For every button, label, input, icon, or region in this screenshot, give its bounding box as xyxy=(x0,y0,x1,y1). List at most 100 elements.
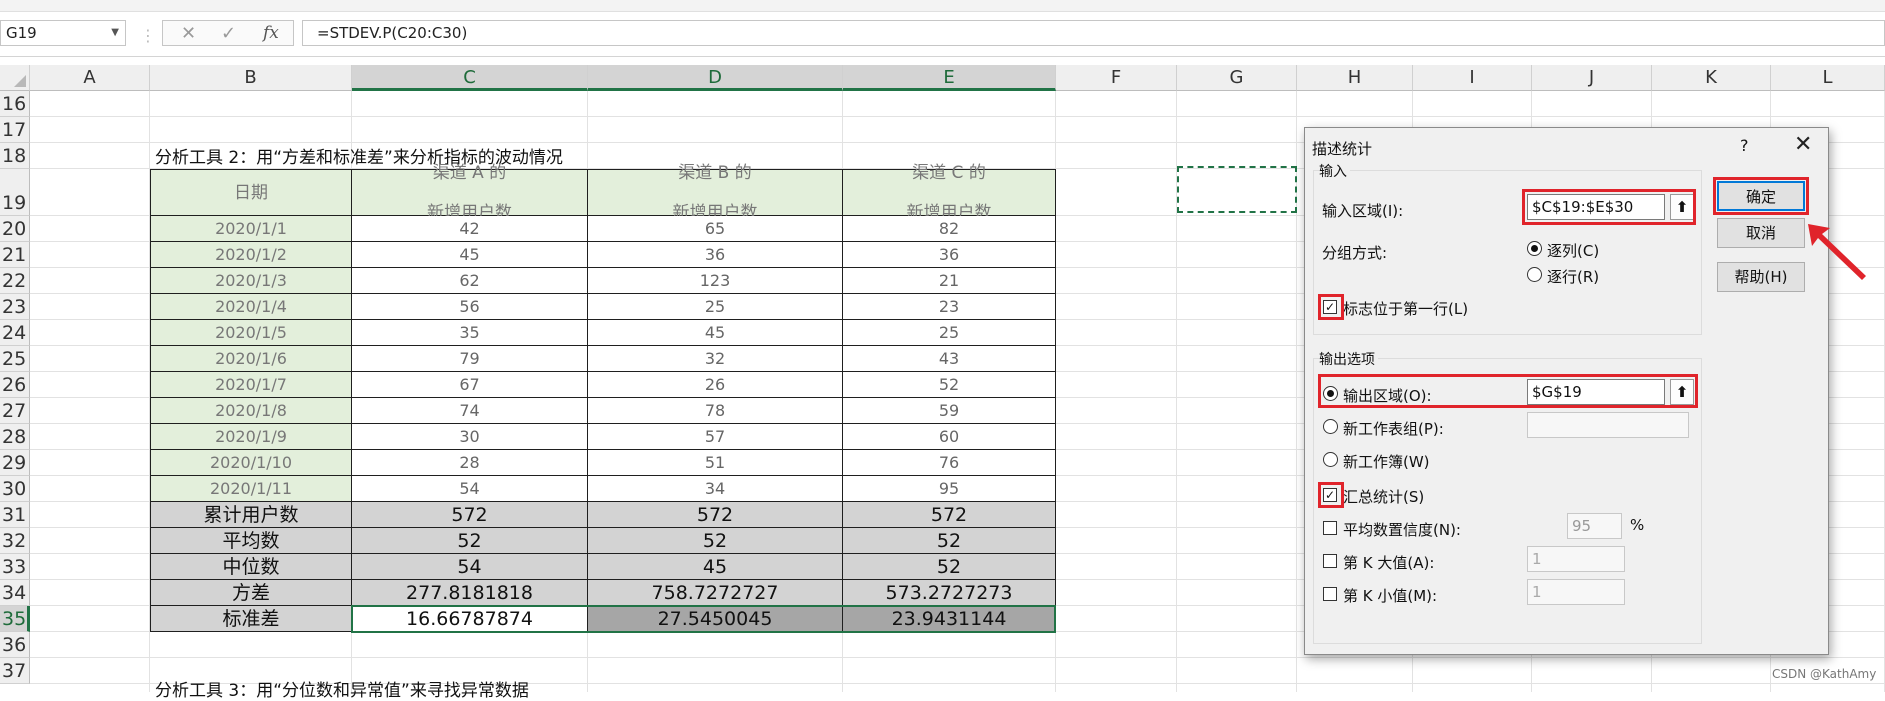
value-cell[interactable]: 25 xyxy=(588,294,843,320)
row-header-17[interactable]: 17 xyxy=(0,117,30,143)
date-cell[interactable]: 2020/1/6 xyxy=(150,346,352,372)
new-sheet-field[interactable] xyxy=(1527,412,1689,438)
column-header-k[interactable]: K xyxy=(1652,65,1771,91)
date-cell[interactable]: 2020/1/2 xyxy=(150,242,352,268)
value-cell[interactable]: 123 xyxy=(588,268,843,294)
value-cell[interactable]: 52 xyxy=(843,372,1056,398)
kth-smallest-checkbox[interactable] xyxy=(1323,587,1337,601)
summary-value[interactable]: 52 xyxy=(843,554,1056,580)
summary-value[interactable]: 572 xyxy=(352,502,588,528)
name-box[interactable]: G19 ▼ xyxy=(0,20,126,46)
value-cell[interactable]: 59 xyxy=(843,398,1056,424)
cancel-button[interactable]: 取消 xyxy=(1717,218,1805,248)
summary-value[interactable]: 16.66787874 xyxy=(352,606,588,632)
header-channel-b[interactable]: 渠道 B 的新增用户数 xyxy=(588,163,843,223)
value-cell[interactable]: 82 xyxy=(843,216,1056,242)
summary-value[interactable]: 277.8181818 xyxy=(352,580,588,606)
header-date[interactable]: 日期 xyxy=(150,169,352,216)
summary-value[interactable]: 45 xyxy=(588,554,843,580)
summary-value[interactable]: 573.2727273 xyxy=(843,580,1056,606)
kth-largest-field[interactable]: 1 xyxy=(1527,546,1625,572)
row-header-24[interactable]: 24 xyxy=(0,320,30,346)
row-header-23[interactable]: 23 xyxy=(0,294,30,320)
confidence-checkbox[interactable] xyxy=(1323,521,1337,535)
summary-value[interactable]: 572 xyxy=(843,502,1056,528)
value-cell[interactable]: 65 xyxy=(588,216,843,242)
enter-formula-icon[interactable]: ✓ xyxy=(221,23,236,44)
value-cell[interactable]: 21 xyxy=(843,268,1056,294)
select-all-corner[interactable] xyxy=(0,65,30,91)
row-header-31[interactable]: 31 xyxy=(0,502,30,528)
help-button[interactable]: 帮助(H) xyxy=(1717,262,1805,292)
column-header-a[interactable]: A xyxy=(30,65,150,91)
row-header-37[interactable]: 37 xyxy=(0,658,30,684)
date-cell[interactable]: 2020/1/7 xyxy=(150,372,352,398)
close-icon[interactable]: ✕ xyxy=(1794,132,1812,157)
column-header-d[interactable]: D xyxy=(588,65,843,91)
row-header-35[interactable]: 35 xyxy=(0,606,30,632)
row-header-34[interactable]: 34 xyxy=(0,580,30,606)
column-header-l[interactable]: L xyxy=(1771,65,1885,91)
formula-input[interactable]: =STDEV.P(C20:C30) xyxy=(302,20,1885,46)
value-cell[interactable]: 76 xyxy=(843,450,1056,476)
value-cell[interactable]: 60 xyxy=(843,424,1056,450)
summary-label[interactable]: 标准差 xyxy=(150,606,352,632)
row-header-26[interactable]: 26 xyxy=(0,372,30,398)
value-cell[interactable]: 43 xyxy=(843,346,1056,372)
summary-value[interactable]: 54 xyxy=(352,554,588,580)
column-header-j[interactable]: J xyxy=(1532,65,1652,91)
row-header-32[interactable]: 32 xyxy=(0,528,30,554)
row-header-18[interactable]: 18 xyxy=(0,143,30,169)
value-cell[interactable]: 25 xyxy=(843,320,1056,346)
column-header-i[interactable]: I xyxy=(1413,65,1532,91)
value-cell[interactable]: 56 xyxy=(352,294,588,320)
header-channel-a[interactable]: 渠道 A 的新增用户数 xyxy=(352,163,588,223)
row-header-28[interactable]: 28 xyxy=(0,424,30,450)
header-channel-c[interactable]: 渠道 C 的新增用户数 xyxy=(843,163,1056,223)
by-row-radio[interactable] xyxy=(1527,267,1542,282)
value-cell[interactable]: 36 xyxy=(843,242,1056,268)
cancel-formula-icon[interactable]: ✕ xyxy=(181,23,196,44)
column-header-e[interactable]: E xyxy=(843,65,1056,91)
value-cell[interactable]: 45 xyxy=(588,320,843,346)
summary-label[interactable]: 累计用户数 xyxy=(150,502,352,528)
row-header-25[interactable]: 25 xyxy=(0,346,30,372)
value-cell[interactable]: 36 xyxy=(588,242,843,268)
summary-label[interactable]: 方差 xyxy=(150,580,352,606)
row-header-20[interactable]: 20 xyxy=(0,216,30,242)
date-cell[interactable]: 2020/1/9 xyxy=(150,424,352,450)
row-header-22[interactable]: 22 xyxy=(0,268,30,294)
value-cell[interactable]: 79 xyxy=(352,346,588,372)
value-cell[interactable]: 23 xyxy=(843,294,1056,320)
summary-value[interactable]: 52 xyxy=(843,528,1056,554)
date-cell[interactable]: 2020/1/5 xyxy=(150,320,352,346)
value-cell[interactable]: 32 xyxy=(588,346,843,372)
column-header-g[interactable]: G xyxy=(1177,65,1297,91)
value-cell[interactable]: 35 xyxy=(352,320,588,346)
date-cell[interactable]: 2020/1/10 xyxy=(150,450,352,476)
value-cell[interactable]: 30 xyxy=(352,424,588,450)
summary-value[interactable]: 758.7272727 xyxy=(588,580,843,606)
row-header-30[interactable]: 30 xyxy=(0,476,30,502)
value-cell[interactable]: 51 xyxy=(588,450,843,476)
new-sheet-radio[interactable] xyxy=(1323,419,1338,434)
value-cell[interactable]: 57 xyxy=(588,424,843,450)
row-header-29[interactable]: 29 xyxy=(0,450,30,476)
summary-value[interactable]: 572 xyxy=(588,502,843,528)
value-cell[interactable]: 45 xyxy=(352,242,588,268)
column-header-h[interactable]: H xyxy=(1297,65,1413,91)
date-cell[interactable]: 2020/1/3 xyxy=(150,268,352,294)
column-header-b[interactable]: B xyxy=(150,65,352,91)
date-cell[interactable]: 2020/1/8 xyxy=(150,398,352,424)
date-cell[interactable]: 2020/1/11 xyxy=(150,476,352,502)
kth-largest-checkbox[interactable] xyxy=(1323,554,1337,568)
name-box-dropdown-icon[interactable]: ▼ xyxy=(111,21,119,45)
row-header-27[interactable]: 27 xyxy=(0,398,30,424)
summary-value[interactable]: 52 xyxy=(588,528,843,554)
row-header-36[interactable]: 36 xyxy=(0,632,30,658)
value-cell[interactable]: 62 xyxy=(352,268,588,294)
row-header-21[interactable]: 21 xyxy=(0,242,30,268)
summary-value[interactable]: 52 xyxy=(352,528,588,554)
value-cell[interactable]: 67 xyxy=(352,372,588,398)
kth-smallest-field[interactable]: 1 xyxy=(1527,579,1625,605)
